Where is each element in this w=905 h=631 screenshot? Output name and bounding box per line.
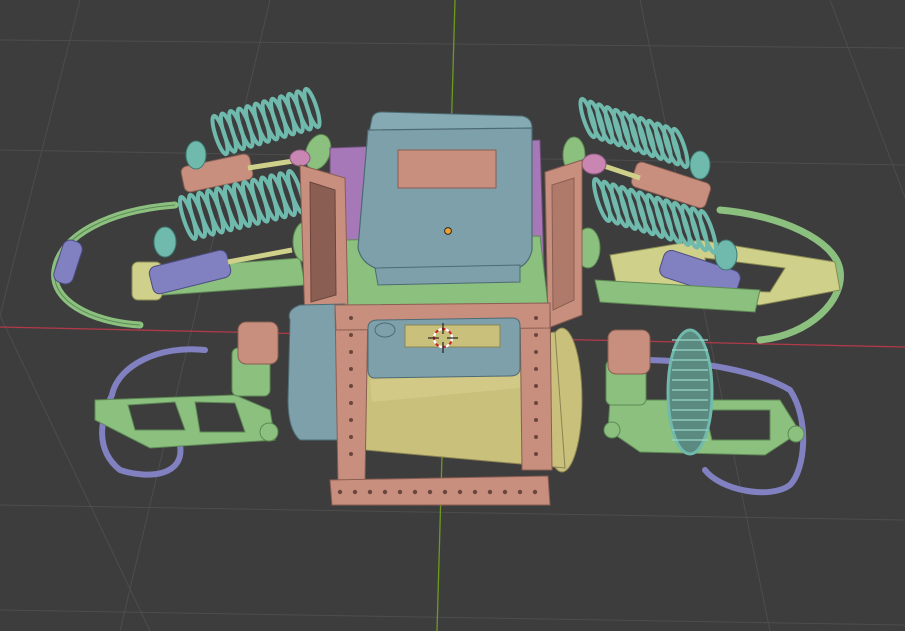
front-frame-bottom-plate: [329, 475, 551, 506]
grid-line-depth: [119, 0, 271, 631]
frame-bolt: [517, 489, 523, 495]
right-front-motor: [607, 329, 651, 375]
frame-bolt: [534, 401, 538, 405]
frame-bolt: [349, 452, 353, 456]
frame-bolt: [534, 333, 538, 337]
frame-bolt: [532, 489, 538, 495]
left-front-joint: [259, 422, 279, 442]
frame-bolt: [534, 350, 538, 354]
frame-bolt: [349, 384, 353, 388]
right-spring-seat-top: [689, 150, 711, 180]
object-origin-dot: [444, 227, 452, 235]
frame-bolt: [349, 333, 353, 337]
frame-bolt: [534, 316, 538, 320]
chassis-left-wall-inner: [309, 181, 337, 303]
frame-bolt: [534, 435, 538, 439]
frame-bolt: [349, 401, 353, 405]
frame-bolt: [534, 384, 538, 388]
left-spring-seat-bottom: [153, 226, 177, 258]
frame-bolt: [352, 489, 358, 495]
left-front-motor: [237, 321, 279, 365]
tank-base: [374, 264, 521, 286]
frame-bolt: [427, 489, 433, 495]
frame-bolt: [472, 489, 478, 495]
frame-bolt: [397, 489, 403, 495]
frame-bolt: [382, 489, 388, 495]
right-spring-seat-bottom: [714, 239, 738, 271]
frame-bolt: [349, 367, 353, 371]
frame-bolt: [349, 316, 353, 320]
frame-bolt: [349, 435, 353, 439]
fuel-tank[interactable]: [357, 111, 533, 286]
frame-bolt: [412, 489, 418, 495]
frame-bolt: [534, 418, 538, 422]
fan-grille-ring: [666, 328, 714, 456]
right-front-joint-2: [787, 425, 805, 443]
frame-bolt: [349, 350, 353, 354]
scene-canvas[interactable]: [0, 0, 905, 631]
right-front-arm-hole: [704, 409, 771, 441]
frame-bolt: [534, 452, 538, 456]
frame-bolt: [337, 489, 343, 495]
tank-panel: [397, 149, 497, 189]
frame-bolt: [534, 367, 538, 371]
chassis-right-wall-inner: [551, 177, 575, 311]
grid-line-width: [0, 609, 905, 626]
left-front-arm-hole-1: [127, 401, 186, 431]
grid-line-depth: [639, 0, 771, 631]
right-damper-cap-top: [581, 153, 607, 175]
coil-spring-left-top[interactable]: [210, 86, 323, 157]
grid-line-width: [0, 39, 905, 49]
frame-bolt: [349, 418, 353, 422]
left-damper-cap-top: [289, 149, 311, 167]
3d-viewport[interactable]: [0, 0, 905, 631]
left-spring-seat-top: [185, 140, 207, 170]
control-box-knob: [374, 322, 396, 338]
grid-line-width: [0, 504, 905, 521]
frame-bolt: [487, 489, 493, 495]
frame-bolt: [367, 489, 373, 495]
grid-line-depth: [0, 314, 151, 631]
left-front-wishbone[interactable]: [94, 321, 279, 478]
grid-line-depth: [829, 0, 905, 199]
frame-bolt: [442, 489, 448, 495]
fan-grille[interactable]: [666, 328, 714, 456]
right-front-joint: [603, 421, 621, 439]
left-front-arm: [94, 394, 276, 449]
frame-bolt: [457, 489, 463, 495]
frame-bolt: [502, 489, 508, 495]
grid-line-depth: [0, 0, 81, 318]
